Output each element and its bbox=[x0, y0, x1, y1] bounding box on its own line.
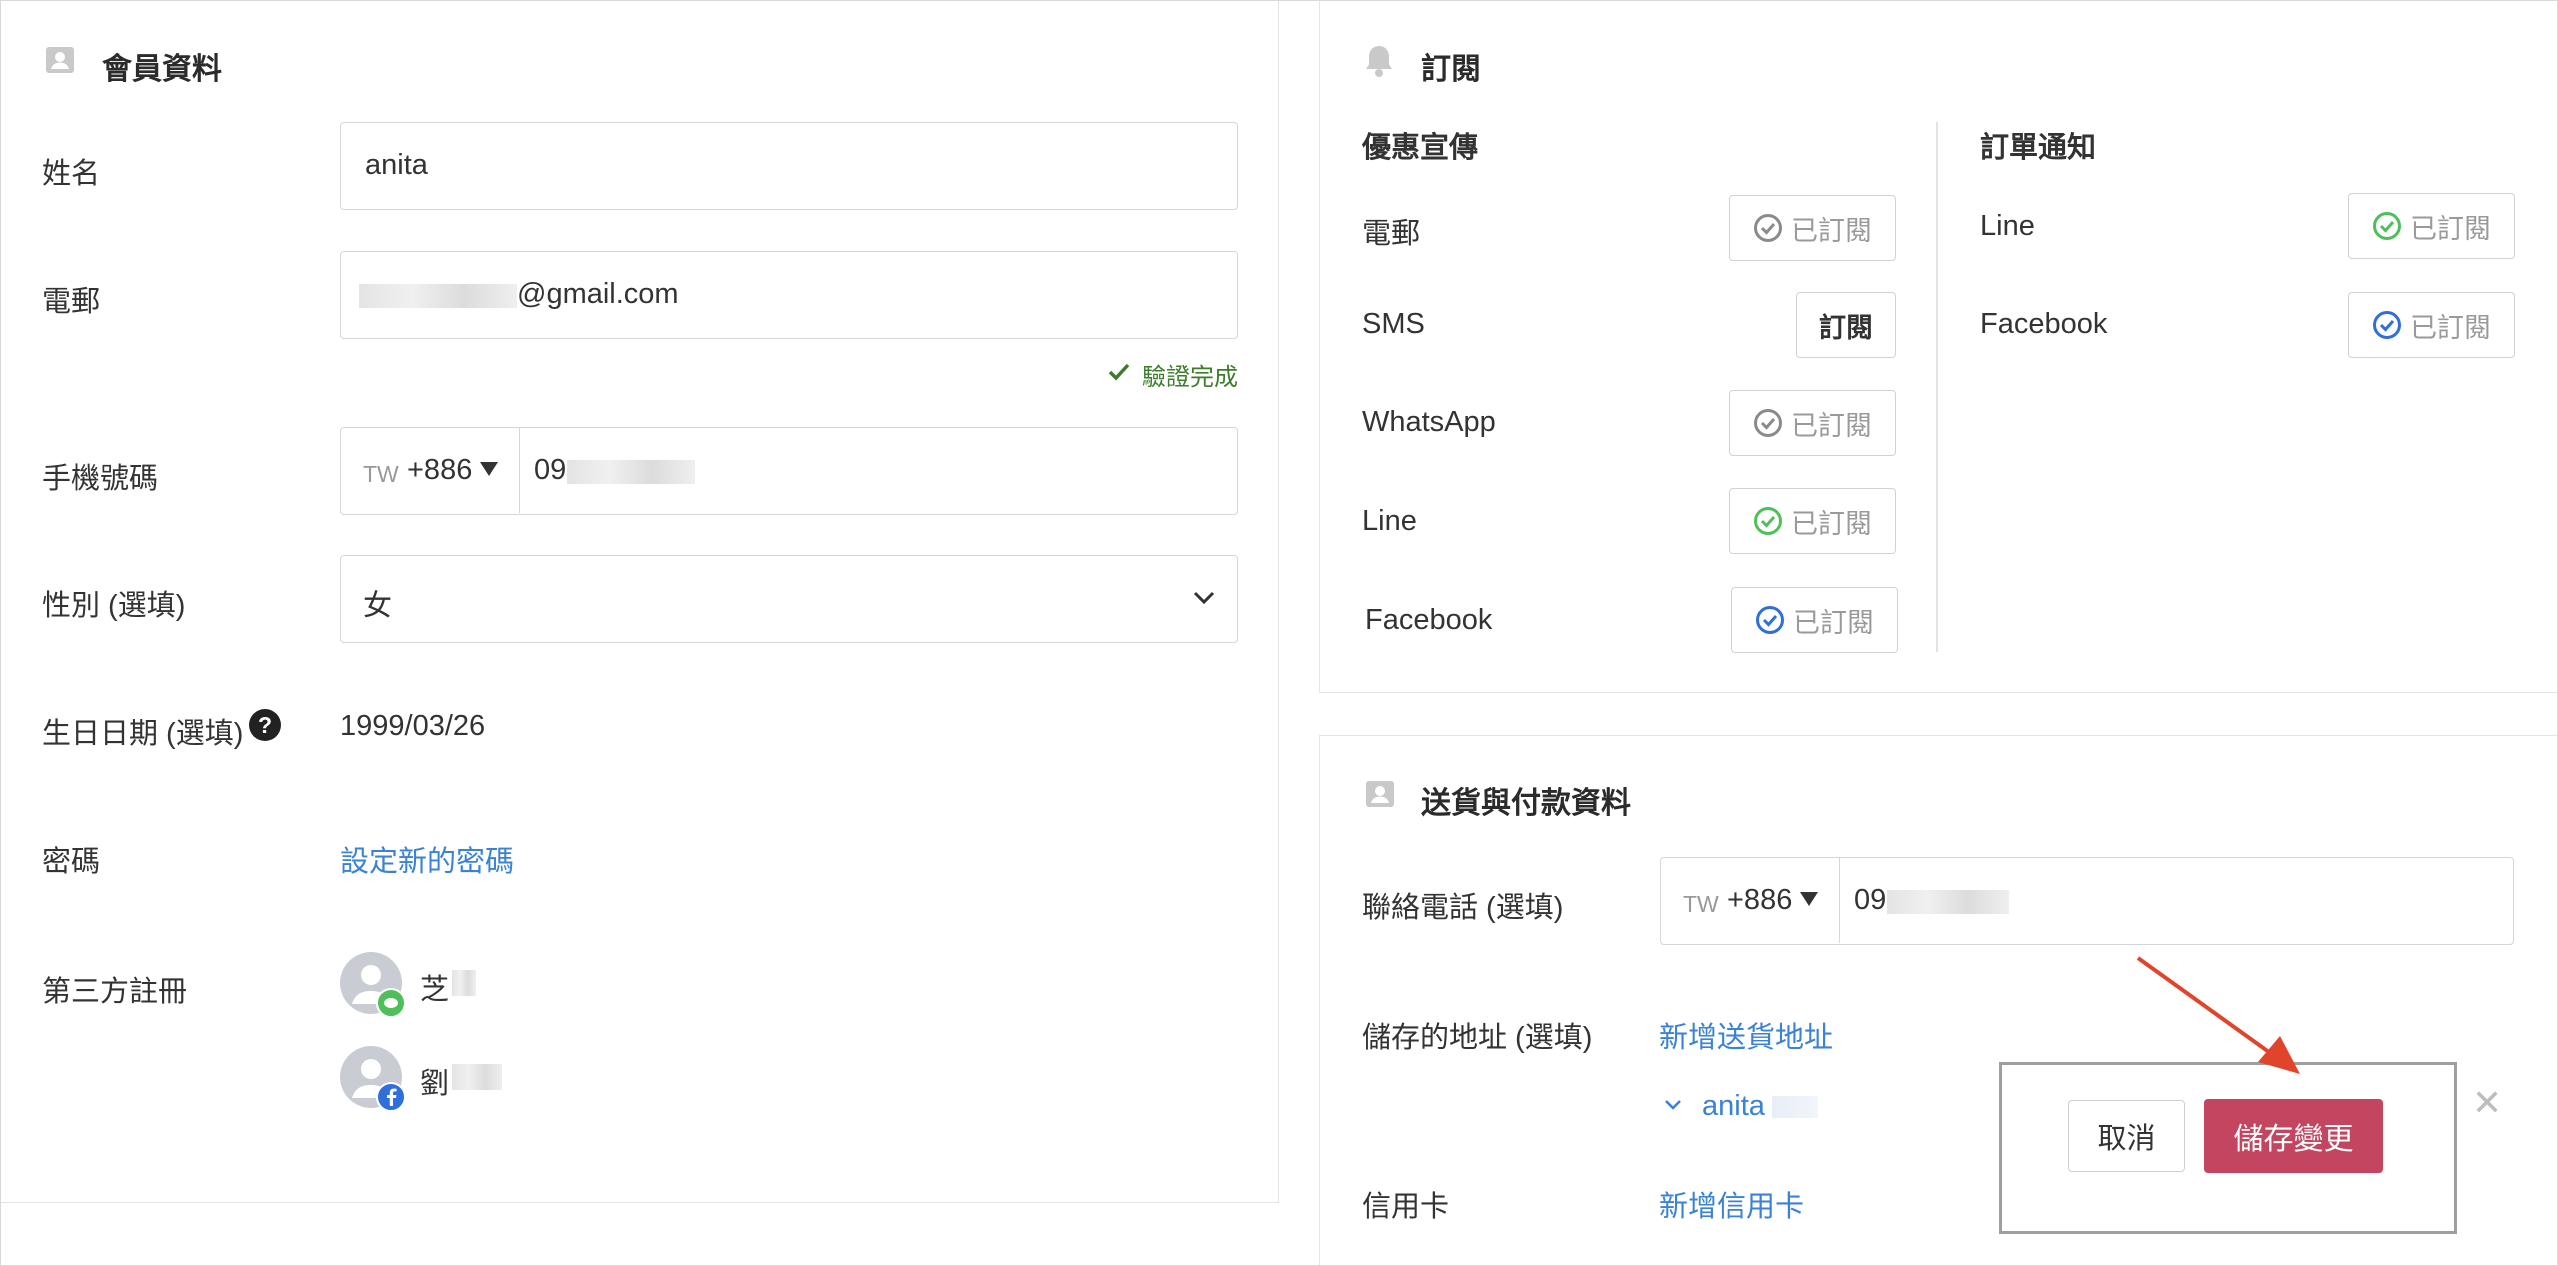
birthday-value: 1999/03/26 bbox=[340, 710, 486, 742]
avatar bbox=[340, 952, 406, 1018]
email-label: 電郵 bbox=[42, 286, 101, 318]
contact-card-icon bbox=[44, 44, 76, 81]
contact-phone-input-group: TW +886 09 bbox=[1660, 857, 2514, 945]
mobile-prefix[interactable]: 09 bbox=[534, 454, 566, 487]
gender-select[interactable]: 女 bbox=[340, 555, 1238, 643]
promo-sms-subscribe-button[interactable]: 訂閱 bbox=[1796, 292, 1896, 358]
third-party-name-redacted bbox=[452, 970, 476, 996]
promo-facebook-label: Facebook bbox=[1365, 604, 1493, 636]
contact-phone-label: 聯絡電話 (選填) bbox=[1362, 892, 1564, 924]
caret-down-icon bbox=[1799, 891, 1819, 912]
promo-facebook-subscribed-button[interactable]: 已訂閱 bbox=[1731, 587, 1898, 653]
column-divider bbox=[1936, 122, 1938, 652]
annotation-arrow bbox=[2136, 956, 2300, 1074]
order-notify-heading: 訂單通知 bbox=[1980, 132, 2097, 164]
promo-whatsapp-button-label: 已訂閱 bbox=[1791, 410, 1872, 441]
gender-label: 性別 (選填) bbox=[42, 590, 186, 622]
check-circle-green-icon bbox=[1754, 507, 1782, 535]
country-code-select[interactable]: TW +886 bbox=[341, 428, 520, 513]
order-line-label: Line bbox=[1980, 210, 2035, 242]
third-party-name: 劉 bbox=[420, 1068, 450, 1100]
save-changes-button[interactable]: 儲存變更 bbox=[2204, 1099, 2383, 1173]
help-icon[interactable]: ? bbox=[248, 708, 282, 747]
add-address-link[interactable]: 新增送貨地址 bbox=[1659, 1014, 1833, 1056]
close-icon[interactable]: ✕ bbox=[2472, 1082, 2502, 1124]
email-verified-text: 驗證完成 bbox=[1142, 364, 1238, 391]
third-party-label: 第三方註冊 bbox=[42, 976, 188, 1008]
order-facebook-label: Facebook bbox=[1980, 308, 2108, 340]
promo-heading: 優惠宣傳 bbox=[1362, 132, 1479, 164]
third-party-name: 芝 bbox=[420, 974, 450, 1006]
bell-icon bbox=[1364, 44, 1394, 83]
name-input-value: anita bbox=[365, 149, 428, 181]
mobile-input-group: TW +886 09 bbox=[340, 427, 1238, 515]
dial-code: +886 bbox=[407, 454, 473, 486]
contact-phone-redacted bbox=[1887, 890, 2009, 914]
chevron-down-icon[interactable] bbox=[1664, 1098, 1682, 1116]
name-input[interactable]: anita bbox=[340, 122, 1238, 210]
promo-line-button-label: 已訂閱 bbox=[1791, 508, 1872, 539]
facebook-badge-icon bbox=[376, 1082, 406, 1112]
check-circle-gray-icon bbox=[1754, 409, 1782, 437]
promo-line-label: Line bbox=[1362, 505, 1417, 537]
contact-phone-prefix[interactable]: 09 bbox=[1854, 884, 1886, 917]
name-label: 姓名 bbox=[42, 158, 101, 190]
promo-email-subscribed-button[interactable]: 已訂閱 bbox=[1729, 195, 1896, 261]
promo-sms-button-label: 訂閱 bbox=[1819, 312, 1873, 343]
caret-down-icon bbox=[479, 461, 499, 482]
member-section-title: 會員資料 bbox=[102, 53, 222, 86]
order-line-subscribed-button[interactable]: 已訂閱 bbox=[2348, 193, 2515, 259]
country-code-select[interactable]: TW +886 bbox=[1661, 858, 1840, 943]
line-badge-icon bbox=[376, 988, 406, 1018]
cancel-button[interactable]: 取消 bbox=[2068, 1100, 2185, 1172]
shipping-section-title: 送貨與付款資料 bbox=[1421, 787, 1631, 820]
email-domain: @gmail.com bbox=[517, 278, 679, 310]
email-input[interactable]: @gmail.com bbox=[340, 251, 1238, 339]
order-line-button-label: 已訂閱 bbox=[2410, 213, 2491, 244]
saved-address-label: 儲存的地址 (選填) bbox=[1362, 1022, 1593, 1054]
check-icon bbox=[1108, 362, 1130, 387]
order-facebook-button-label: 已訂閱 bbox=[2410, 312, 2491, 343]
chevron-down-icon bbox=[1193, 591, 1215, 610]
promo-email-label: 電郵 bbox=[1362, 218, 1421, 250]
check-circle-green-icon bbox=[2373, 212, 2401, 240]
email-redacted bbox=[359, 284, 517, 308]
saved-address-redacted bbox=[1772, 1096, 1818, 1118]
set-password-link[interactable]: 設定新的密碼 bbox=[340, 838, 514, 880]
country-code: TW bbox=[363, 461, 399, 487]
saved-address-name[interactable]: anita bbox=[1702, 1090, 1765, 1123]
contact-card-icon bbox=[1364, 778, 1396, 815]
order-facebook-subscribed-button[interactable]: 已訂閱 bbox=[2348, 292, 2515, 358]
check-circle-blue-icon bbox=[1756, 606, 1784, 634]
dial-code: +886 bbox=[1727, 884, 1793, 916]
promo-sms-label: SMS bbox=[1362, 308, 1425, 340]
third-party-name-redacted bbox=[452, 1064, 502, 1090]
svg-text:?: ? bbox=[258, 712, 272, 738]
promo-whatsapp-label: WhatsApp bbox=[1362, 406, 1496, 438]
promo-facebook-button-label: 已訂閱 bbox=[1793, 607, 1874, 638]
check-circle-blue-icon bbox=[2373, 311, 2401, 339]
mobile-label: 手機號碼 bbox=[42, 463, 159, 495]
promo-email-button-label: 已訂閱 bbox=[1791, 215, 1872, 246]
avatar bbox=[340, 1046, 406, 1112]
promo-line-subscribed-button[interactable]: 已訂閱 bbox=[1729, 488, 1896, 554]
mobile-redacted bbox=[567, 460, 695, 484]
password-label: 密碼 bbox=[42, 846, 101, 878]
check-circle-gray-icon bbox=[1754, 214, 1782, 242]
add-credit-card-link[interactable]: 新增信用卡 bbox=[1659, 1183, 1804, 1225]
credit-card-label: 信用卡 bbox=[1362, 1191, 1450, 1223]
birthday-label: 生日日期 (選填) bbox=[42, 718, 244, 750]
country-code: TW bbox=[1683, 891, 1719, 917]
promo-whatsapp-subscribed-button[interactable]: 已訂閱 bbox=[1729, 390, 1896, 456]
subscription-section-title: 訂閱 bbox=[1421, 53, 1481, 86]
gender-value: 女 bbox=[363, 590, 393, 622]
